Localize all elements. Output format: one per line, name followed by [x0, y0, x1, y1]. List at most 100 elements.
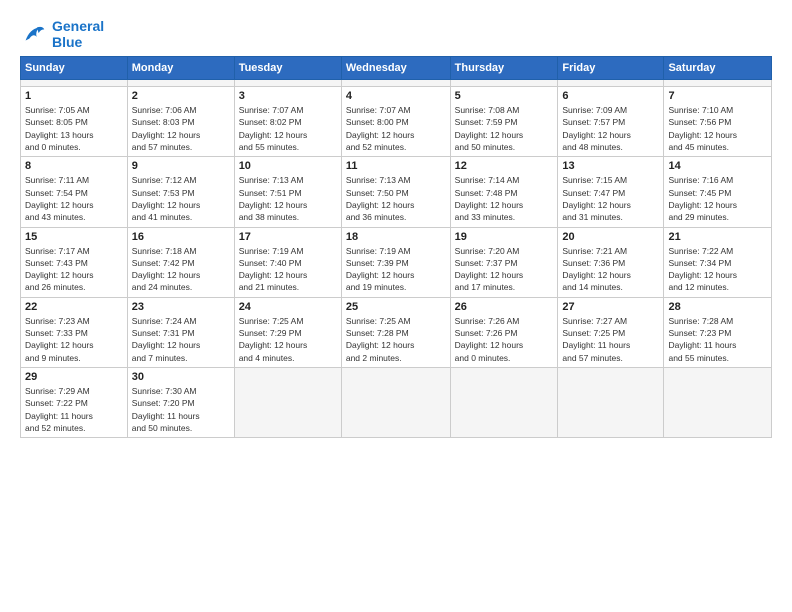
calendar-cell: 23Sunrise: 7:24 AM Sunset: 7:31 PM Dayli… — [127, 297, 234, 367]
calendar-cell: 29 Sunrise: 7:29 AM Sunset: 7:22 PM Dayli… — [21, 368, 128, 438]
day-number: 30 — [132, 371, 230, 383]
day-info: Sunrise: 7:05 AM Sunset: 8:05 PM Dayligh… — [25, 104, 123, 153]
calendar-cell: 14Sunrise: 7:16 AM Sunset: 7:45 PM Dayli… — [664, 157, 772, 227]
logo: General Blue — [20, 18, 104, 50]
calendar-cell: 2 Sunrise: 7:06 AM Sunset: 8:03 PM Daylig… — [127, 87, 234, 157]
calendar-cell — [450, 368, 558, 438]
col-tuesday: Tuesday — [234, 57, 341, 80]
day-info: Sunrise: 7:23 AM Sunset: 7:33 PM Dayligh… — [25, 315, 123, 364]
day-number: 24 — [239, 301, 337, 313]
calendar-cell — [558, 368, 664, 438]
calendar-cell: 9Sunrise: 7:12 AM Sunset: 7:53 PM Daylig… — [127, 157, 234, 227]
calendar-table: Sunday Monday Tuesday Wednesday Thursday… — [20, 56, 772, 438]
calendar-cell: 6 Sunrise: 7:09 AM Sunset: 7:57 PM Daylig… — [558, 87, 664, 157]
col-monday: Monday — [127, 57, 234, 80]
calendar-cell: 16 Sunrise: 7:18 AM Sunset: 7:42 PM Dayli… — [127, 227, 234, 297]
day-info: Sunrise: 7:16 AM Sunset: 7:45 PM Dayligh… — [668, 174, 767, 223]
calendar-cell: 24Sunrise: 7:25 AM Sunset: 7:29 PM Dayli… — [234, 297, 341, 367]
col-thursday: Thursday — [450, 57, 558, 80]
calendar-cell: 20 Sunrise: 7:21 AM Sunset: 7:36 PM Dayli… — [558, 227, 664, 297]
day-number: 9 — [132, 160, 230, 172]
day-info: Sunrise: 7:20 AM Sunset: 7:37 PM Dayligh… — [455, 245, 554, 294]
calendar-cell — [234, 80, 341, 87]
day-info: Sunrise: 7:14 AM Sunset: 7:48 PM Dayligh… — [455, 174, 554, 223]
day-number: 1 — [25, 90, 123, 102]
calendar-cell: 25Sunrise: 7:25 AM Sunset: 7:28 PM Dayli… — [341, 297, 450, 367]
calendar-cell — [127, 80, 234, 87]
calendar-cell — [664, 368, 772, 438]
calendar-cell: 18 Sunrise: 7:19 AM Sunset: 7:39 PM Dayli… — [341, 227, 450, 297]
calendar-cell — [450, 80, 558, 87]
calendar-cell: 19Sunrise: 7:20 AM Sunset: 7:37 PM Dayli… — [450, 227, 558, 297]
day-number: 13 — [562, 160, 659, 172]
calendar-cell: 12 Sunrise: 7:14 AM Sunset: 7:48 PM Dayli… — [450, 157, 558, 227]
day-number: 29 — [25, 371, 123, 383]
day-info: Sunrise: 7:22 AM Sunset: 7:34 PM Dayligh… — [668, 245, 767, 294]
calendar-cell: 17Sunrise: 7:19 AM Sunset: 7:40 PM Dayli… — [234, 227, 341, 297]
calendar-week-row: 1 Sunrise: 7:05 AM Sunset: 8:05 PM Daylig… — [21, 87, 772, 157]
logo-icon — [20, 20, 48, 48]
day-info: Sunrise: 7:21 AM Sunset: 7:36 PM Dayligh… — [562, 245, 659, 294]
calendar-cell — [21, 80, 128, 87]
calendar-cell: 22Sunrise: 7:23 AM Sunset: 7:33 PM Dayli… — [21, 297, 128, 367]
calendar-week-row: 15 Sunrise: 7:17 AM Sunset: 7:43 PM Dayli… — [21, 227, 772, 297]
calendar-cell: 1 Sunrise: 7:05 AM Sunset: 8:05 PM Daylig… — [21, 87, 128, 157]
calendar-week-row: 22Sunrise: 7:23 AM Sunset: 7:33 PM Dayli… — [21, 297, 772, 367]
calendar-cell: 28 Sunrise: 7:28 AM Sunset: 7:23 PM Dayli… — [664, 297, 772, 367]
calendar-cell — [558, 80, 664, 87]
day-number: 15 — [25, 231, 123, 243]
calendar-cell: 21 Sunrise: 7:22 AM Sunset: 7:34 PM Dayli… — [664, 227, 772, 297]
day-number: 18 — [346, 231, 446, 243]
calendar-week-row — [21, 80, 772, 87]
day-number: 28 — [668, 301, 767, 313]
day-number: 26 — [455, 301, 554, 313]
day-info: Sunrise: 7:27 AM Sunset: 7:25 PM Dayligh… — [562, 315, 659, 364]
day-info: Sunrise: 7:10 AM Sunset: 7:56 PM Dayligh… — [668, 104, 767, 153]
day-number: 7 — [668, 90, 767, 102]
day-info: Sunrise: 7:07 AM Sunset: 8:00 PM Dayligh… — [346, 104, 446, 153]
day-info: Sunrise: 7:18 AM Sunset: 7:42 PM Dayligh… — [132, 245, 230, 294]
calendar-cell — [341, 368, 450, 438]
day-number: 2 — [132, 90, 230, 102]
day-number: 16 — [132, 231, 230, 243]
calendar-week-row: 29 Sunrise: 7:29 AM Sunset: 7:22 PM Dayli… — [21, 368, 772, 438]
col-saturday: Saturday — [664, 57, 772, 80]
calendar-cell: 8Sunrise: 7:11 AM Sunset: 7:54 PM Daylig… — [21, 157, 128, 227]
day-info: Sunrise: 7:29 AM Sunset: 7:22 PM Dayligh… — [25, 385, 123, 434]
day-number: 11 — [346, 160, 446, 172]
calendar-cell: 15 Sunrise: 7:17 AM Sunset: 7:43 PM Dayli… — [21, 227, 128, 297]
day-info: Sunrise: 7:06 AM Sunset: 8:03 PM Dayligh… — [132, 104, 230, 153]
day-info: Sunrise: 7:19 AM Sunset: 7:40 PM Dayligh… — [239, 245, 337, 294]
day-info: Sunrise: 7:26 AM Sunset: 7:26 PM Dayligh… — [455, 315, 554, 364]
day-number: 27 — [562, 301, 659, 313]
day-number: 6 — [562, 90, 659, 102]
day-number: 23 — [132, 301, 230, 313]
col-wednesday: Wednesday — [341, 57, 450, 80]
col-sunday: Sunday — [21, 57, 128, 80]
logo-text: General Blue — [52, 18, 104, 50]
calendar-header-row: Sunday Monday Tuesday Wednesday Thursday… — [21, 57, 772, 80]
day-number: 8 — [25, 160, 123, 172]
day-info: Sunrise: 7:28 AM Sunset: 7:23 PM Dayligh… — [668, 315, 767, 364]
calendar-cell: 30 Sunrise: 7:30 AM Sunset: 7:20 PM Dayli… — [127, 368, 234, 438]
calendar-cell: 11 Sunrise: 7:13 AM Sunset: 7:50 PM Dayli… — [341, 157, 450, 227]
day-info: Sunrise: 7:08 AM Sunset: 7:59 PM Dayligh… — [455, 104, 554, 153]
day-number: 4 — [346, 90, 446, 102]
calendar-cell — [341, 80, 450, 87]
calendar-cell: 5Sunrise: 7:08 AM Sunset: 7:59 PM Daylig… — [450, 87, 558, 157]
day-info: Sunrise: 7:17 AM Sunset: 7:43 PM Dayligh… — [25, 245, 123, 294]
calendar-cell: 27 Sunrise: 7:27 AM Sunset: 7:25 PM Dayli… — [558, 297, 664, 367]
calendar-cell: 4 Sunrise: 7:07 AM Sunset: 8:00 PM Daylig… — [341, 87, 450, 157]
day-info: Sunrise: 7:13 AM Sunset: 7:50 PM Dayligh… — [346, 174, 446, 223]
day-info: Sunrise: 7:19 AM Sunset: 7:39 PM Dayligh… — [346, 245, 446, 294]
day-number: 12 — [455, 160, 554, 172]
calendar-cell: 10Sunrise: 7:13 AM Sunset: 7:51 PM Dayli… — [234, 157, 341, 227]
day-info: Sunrise: 7:30 AM Sunset: 7:20 PM Dayligh… — [132, 385, 230, 434]
day-info: Sunrise: 7:09 AM Sunset: 7:57 PM Dayligh… — [562, 104, 659, 153]
day-number: 3 — [239, 90, 337, 102]
col-friday: Friday — [558, 57, 664, 80]
day-number: 20 — [562, 231, 659, 243]
day-info: Sunrise: 7:25 AM Sunset: 7:28 PM Dayligh… — [346, 315, 446, 364]
day-number: 21 — [668, 231, 767, 243]
day-info: Sunrise: 7:07 AM Sunset: 8:02 PM Dayligh… — [239, 104, 337, 153]
